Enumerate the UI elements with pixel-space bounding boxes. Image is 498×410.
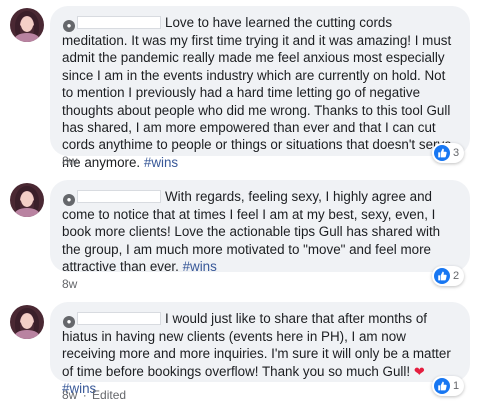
badge-icon: ● xyxy=(63,316,75,328)
reaction-count: 3 xyxy=(453,147,460,159)
timestamp-link[interactable]: 8w xyxy=(62,277,77,291)
comment-meta: 8w xyxy=(62,154,79,168)
avatar[interactable] xyxy=(10,183,44,217)
comment-bubble: ● Love to have learned the cutting cords … xyxy=(50,6,470,170)
reaction-count: 2 xyxy=(453,270,460,282)
badge-icon: ● xyxy=(63,20,75,32)
like-icon xyxy=(434,268,450,284)
hashtag-link[interactable]: #wins xyxy=(144,155,178,170)
timestamp-link[interactable]: 8w xyxy=(62,154,77,168)
reaction-count-badge[interactable]: 3 xyxy=(432,143,465,163)
badge-icon: ● xyxy=(63,194,75,206)
timestamp-link[interactable]: 8w xyxy=(62,388,77,402)
comment-meta: 8w xyxy=(62,277,79,291)
like-icon xyxy=(434,378,450,394)
meta-separator: · xyxy=(82,388,87,402)
comment-bubble: ● With regards, feeling sexy, I highly ag… xyxy=(50,180,470,274)
hashtag-link[interactable]: #wins xyxy=(183,259,217,274)
comment-meta: 8w · Edited xyxy=(62,388,128,402)
author-name[interactable] xyxy=(77,312,161,325)
reaction-count: 1 xyxy=(453,380,460,392)
edited-label[interactable]: Edited xyxy=(92,388,126,402)
reaction-count-badge[interactable]: 1 xyxy=(432,376,465,396)
author-name[interactable] xyxy=(77,190,161,203)
comment-bubble: ● I would just like to share that after m… xyxy=(50,302,470,396)
avatar[interactable] xyxy=(10,8,44,42)
comment-text: Love to have learned the cutting cords m… xyxy=(62,15,452,170)
avatar[interactable] xyxy=(10,305,44,339)
like-icon xyxy=(434,145,450,161)
author-name[interactable] xyxy=(77,16,161,29)
heart-emoji: ❤ xyxy=(413,363,425,379)
reaction-count-badge[interactable]: 2 xyxy=(432,266,465,286)
